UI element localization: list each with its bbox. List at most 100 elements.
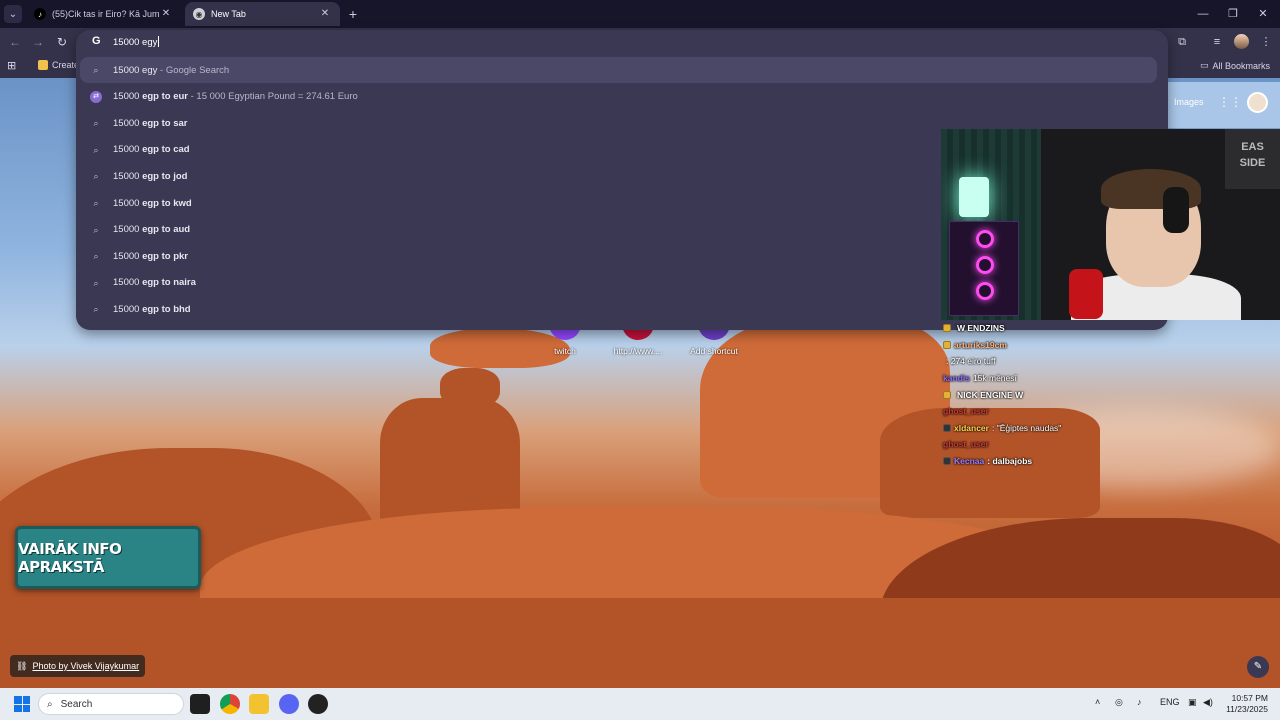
chat-username: kandis xyxy=(943,373,970,384)
tab-tiktok[interactable]: ♪ (55)Cik tas ir Eiro? Kā Jums liek ✕ xyxy=(26,2,181,26)
google-account-avatar[interactable] xyxy=(1247,92,1268,113)
all-bookmarks-button[interactable]: ▭ All Bookmarks xyxy=(1200,60,1270,71)
minimize-button[interactable]: — xyxy=(1188,4,1218,24)
close-icon[interactable]: ✕ xyxy=(159,7,173,21)
bookmark-favicon-icon xyxy=(38,60,48,70)
suggestion-completion: egp to kwd xyxy=(142,197,192,209)
chat-username: arturiks19cm xyxy=(954,339,1007,350)
link-icon: ⛓ xyxy=(16,660,28,671)
discord-icon[interactable] xyxy=(279,694,299,714)
suggestion-completion: egp to sar xyxy=(142,117,188,129)
tab-search-icon[interactable]: ⌄ xyxy=(4,5,22,23)
chat-username: ghost_user xyxy=(943,406,989,417)
suggestion-typed: 15000 egy xyxy=(113,64,158,76)
chat-message: NICK ENGINE W xyxy=(943,386,1143,403)
fan-light xyxy=(976,282,994,300)
search-icon: ⌕ xyxy=(93,65,99,75)
address-input[interactable]: 15000 egy xyxy=(113,36,160,48)
photo-credit-link[interactable]: ⛓ Photo by Vivek Vijaykumar xyxy=(10,655,146,677)
shortcut-label: Add shortcut xyxy=(690,346,738,356)
close-icon[interactable]: ✕ xyxy=(318,7,332,21)
search-icon: ⌕ xyxy=(93,277,99,288)
search-icon: ⌕ xyxy=(93,118,99,129)
google-apps-icon[interactable]: ⋮⋮ xyxy=(1218,95,1242,109)
clock-date: 11/23/2025 xyxy=(1226,704,1268,714)
chrome-icon: ◉ xyxy=(193,8,205,20)
bookmark-item[interactable]: Create xyxy=(38,60,79,70)
reload-button[interactable]: ↻ xyxy=(53,33,71,51)
microphone-icon[interactable]: ♪ xyxy=(1137,697,1142,707)
chat-badge-icon xyxy=(943,457,951,466)
close-window-button[interactable]: ✕ xyxy=(1248,4,1278,24)
tray-overflow-icon[interactable]: ˄ xyxy=(1095,697,1100,707)
suggestion-typed: 15000 xyxy=(113,91,143,103)
fan-light xyxy=(976,256,994,274)
chat-text: : dalbajobs xyxy=(987,456,1033,467)
restore-button[interactable]: ❐ xyxy=(1218,4,1248,24)
chat-message: : 274 eiro tuff xyxy=(943,353,1143,370)
task-view-icon[interactable] xyxy=(190,694,210,714)
address-bar[interactable]: G 15000 egy xyxy=(76,30,1168,54)
address-input-value: 15000 egy xyxy=(113,37,158,48)
profile-avatar[interactable] xyxy=(1234,34,1249,49)
file-explorer-icon[interactable] xyxy=(249,694,269,714)
customize-pencil-icon[interactable]: ✎ xyxy=(1247,656,1269,678)
chat-username: Kecnaa xyxy=(954,456,985,467)
tray-app-icon[interactable]: ◎ xyxy=(1115,697,1123,708)
suggestion-typed: 15000 xyxy=(113,144,143,156)
tab-title: New Tab xyxy=(211,9,246,19)
info-banner: VAIRĀK INFO APRAKSTĀ xyxy=(15,526,201,589)
suggestion-completion: egp to bhd xyxy=(142,303,191,315)
suggestion-completion: egp to cad xyxy=(142,144,190,156)
suggestion-typed: 15000 xyxy=(113,197,143,209)
chat-message: ghost_user xyxy=(943,436,1143,453)
media-control-icon[interactable]: ≡ xyxy=(1208,33,1226,51)
suggestion-row[interactable]: ⌕ 15000 egy - Google Search xyxy=(80,57,1157,83)
apps-grid-icon[interactable]: ⊞ xyxy=(7,59,16,72)
chrome-taskbar-icon[interactable] xyxy=(220,694,240,714)
suggestion-completion: egp to naira xyxy=(142,277,196,289)
suggestion-typed: 15000 xyxy=(113,224,143,236)
stream-chat: W ENDZINS arturiks19cm: 274 eiro tuff kand… xyxy=(943,320,1143,469)
suggestion-text: 15000 egp to eur - 15 000 Egyptian Pound… xyxy=(113,91,358,102)
search-icon: ⌕ xyxy=(93,198,99,208)
suggestion-typed: 15000 xyxy=(113,303,143,315)
chat-message: kandis 15k mēnesī xyxy=(943,370,1143,387)
windows-start-icon[interactable] xyxy=(14,696,30,712)
search-icon: ⌕ xyxy=(93,144,99,155)
chat-text: 15k mēnesī xyxy=(972,373,1017,384)
new-tab-button[interactable]: + xyxy=(345,6,361,22)
network-icon[interactable]: ▣ xyxy=(1188,697,1197,708)
tab-strip: ⌄ ♪ (55)Cik tas ir Eiro? Kā Jums liek ✕ … xyxy=(0,0,1280,28)
taskbar-clock[interactable]: 10:57 PM 11/23/2025 xyxy=(1222,693,1268,715)
chat-message: xldancer: "Ēģiptes naudas" xyxy=(943,420,1143,437)
suggestion-typed: 15000 xyxy=(113,170,143,182)
volume-icon[interactable]: ◀) xyxy=(1203,697,1213,708)
suggestion-row[interactable]: ⇄ 15000 egp to eur - 15 000 Egyptian Poun… xyxy=(76,84,1168,110)
chat-badge-icon xyxy=(943,423,951,432)
currency-conversion-icon: ⇄ xyxy=(90,90,102,103)
webcam-overlay: EAS SIDE xyxy=(941,129,1280,320)
back-button[interactable]: ← xyxy=(6,33,24,51)
forward-button[interactable]: → xyxy=(29,33,47,51)
images-link[interactable]: Images xyxy=(1174,97,1204,107)
chat-badge-icon xyxy=(943,324,951,333)
obs-icon[interactable] xyxy=(308,694,328,714)
extensions-icon[interactable]: ⧉ xyxy=(1173,33,1191,51)
suggestion-text: 15000 egp to naira xyxy=(113,277,196,288)
search-icon: ⌕ xyxy=(93,304,99,315)
chat-text: : 274 eiro tuff xyxy=(946,356,996,367)
language-indicator[interactable]: ENG xyxy=(1160,697,1180,707)
suggestion-typed: 15000 xyxy=(113,250,143,262)
chat-text: NICK ENGINE W xyxy=(957,389,1024,400)
suggestion-typed: 15000 xyxy=(113,117,143,129)
suggestion-text: 15000 egp to pkr xyxy=(113,251,188,262)
suggestion-text: 15000 egp to kwd xyxy=(113,198,192,209)
suggestion-text: 15000 egp to aud xyxy=(113,224,190,235)
suggestion-completion: egp to eur xyxy=(142,91,188,103)
folder-icon: ▭ xyxy=(1199,60,1209,70)
taskbar: ⌕ Search ˄ ◎ ♪ ENG ▣ ◀) 10:57 PM 11/23/2… xyxy=(0,688,1280,720)
taskbar-search-box[interactable]: ⌕ Search xyxy=(38,693,184,715)
menu-icon[interactable]: ⋮ xyxy=(1257,33,1275,51)
tab-new-tab[interactable]: ◉ New Tab ✕ xyxy=(185,2,340,26)
